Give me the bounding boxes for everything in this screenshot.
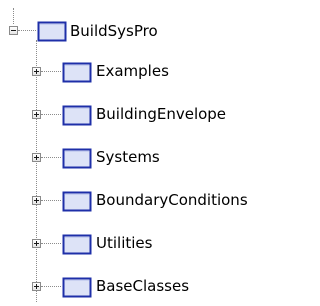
tree-connector	[41, 157, 61, 158]
expand-toggle-icon[interactable]	[32, 110, 41, 119]
expand-toggle-icon[interactable]	[32, 282, 41, 291]
tree-node-examples[interactable]: Examples	[0, 59, 294, 85]
package-icon	[61, 60, 92, 83]
tree-node-label: Utilities	[96, 234, 153, 252]
tree-connector	[18, 30, 36, 31]
tree-node-utilities[interactable]: Utilities	[0, 231, 294, 257]
expand-toggle-icon[interactable]	[32, 239, 41, 248]
tree-node-systems[interactable]: Systems	[0, 145, 294, 171]
collapse-toggle-icon[interactable]	[9, 26, 18, 35]
tree-node-root[interactable]: BuildSysPro	[0, 19, 294, 45]
expand-toggle-icon[interactable]	[32, 153, 41, 162]
package-icon	[61, 189, 92, 212]
expand-toggle-icon[interactable]	[32, 67, 41, 76]
tree-node-label: BuildingEnvelope	[96, 105, 227, 123]
tree-node-boundaryconditions[interactable]: BoundaryConditions	[0, 188, 294, 214]
tree-node-label: BuildSysPro	[70, 22, 158, 40]
tree-node-label: Examples	[96, 62, 169, 80]
package-icon	[36, 19, 67, 42]
tree-node-label: BoundaryConditions	[96, 191, 248, 209]
package-icon	[61, 232, 92, 255]
tree-connector	[41, 71, 61, 72]
tree-node-label: BaseClasses	[96, 277, 190, 295]
tree-connector	[41, 114, 61, 115]
package-icon	[61, 103, 92, 126]
tree-connector	[41, 200, 61, 201]
package-tree: BuildSysPro Examples BuildingEnvelope Sy…	[0, 0, 294, 306]
tree-node-buildingenvelope[interactable]: BuildingEnvelope	[0, 102, 294, 128]
expand-toggle-icon[interactable]	[32, 196, 41, 205]
package-icon	[61, 146, 92, 169]
tree-node-label: Systems	[96, 148, 160, 166]
package-icon	[61, 275, 92, 298]
tree-node-baseclasses[interactable]: BaseClasses	[0, 274, 294, 300]
tree-connector	[41, 243, 61, 244]
tree-connector	[41, 286, 61, 287]
